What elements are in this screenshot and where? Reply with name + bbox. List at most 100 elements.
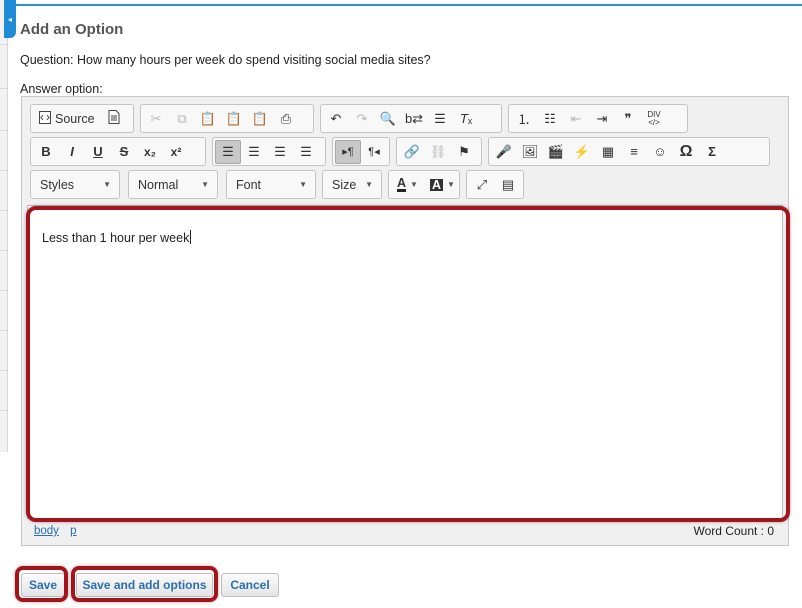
caret-down-icon: ▼: [365, 180, 373, 189]
record-audio-button[interactable]: 🎤: [491, 140, 517, 164]
format-dropdown-label: Normal: [138, 177, 179, 192]
path-p-link[interactable]: p: [70, 525, 76, 537]
clear-format-icon: Tₓ: [459, 111, 473, 126]
quote-icon: ❞: [624, 110, 632, 126]
caret-down-icon: ▼: [103, 180, 111, 189]
movie-button[interactable]: 🎬: [543, 140, 569, 164]
justify-button[interactable]: ☰: [293, 140, 319, 164]
redo-icon: ↷: [356, 110, 368, 126]
document-group: Source: [30, 104, 134, 133]
path-body-link[interactable]: body: [34, 525, 59, 537]
background-color-button[interactable]: A ▼: [424, 173, 461, 197]
align-right-button[interactable]: ☰: [267, 140, 293, 164]
align-center-button[interactable]: ☰: [241, 140, 267, 164]
unlink-icon: ⛓: [429, 143, 447, 159]
bulleted-list-button[interactable]: ☷: [537, 107, 563, 131]
div-container-icon: DIV </>: [647, 109, 661, 127]
rail-divider: [0, 410, 7, 411]
caret-down-icon: ▼: [446, 180, 455, 189]
word-count: Word Count : 0: [693, 524, 774, 538]
link-button[interactable]: 🔗: [399, 140, 425, 164]
basic-styles-group: B I U S x₂ x²: [30, 137, 206, 166]
size-dropdown-label: Size: [332, 177, 357, 192]
replace-button[interactable]: b⇄: [401, 107, 427, 131]
special-char-button[interactable]: Ω: [673, 140, 699, 164]
text-cursor: [190, 230, 192, 244]
new-page-button[interactable]: [101, 107, 127, 131]
undo-button[interactable]: ↶: [323, 107, 349, 131]
strikethrough-button[interactable]: S: [111, 140, 137, 164]
anchor-button[interactable]: ⚑: [451, 140, 477, 164]
collapse-sidebar-tab[interactable]: ◂: [4, 0, 16, 38]
link-icon: 🔗: [403, 143, 421, 159]
maximize-button[interactable]: ⤢: [469, 173, 495, 197]
paste-word-button[interactable]: 📋: [247, 107, 273, 131]
printer-icon: ⎙: [280, 110, 292, 126]
page-title: Add an Option: [20, 21, 124, 38]
source-button[interactable]: Source: [33, 107, 101, 131]
clipboard-group: ✂ ⧉ 📋 📋 📋 ⎙: [140, 104, 314, 133]
outdent-button[interactable]: ⇤: [563, 107, 589, 131]
answer-option-label: Answer option:: [20, 82, 103, 96]
size-dropdown[interactable]: Size ▼: [322, 170, 382, 199]
redo-button[interactable]: ↷: [349, 107, 375, 131]
show-blocks-button[interactable]: ▤: [495, 173, 521, 197]
smiley-button[interactable]: ☺: [647, 140, 673, 164]
align-left-button[interactable]: ☰: [215, 139, 241, 164]
paste-text-button[interactable]: 📋: [221, 107, 247, 131]
insert-group: 🎤 🖼 🎬 ⚡ ▦ ≡ ☺ Ω Σ: [488, 137, 770, 166]
answer-text-value: Less than 1 hour per week: [42, 231, 190, 245]
rail-divider: [0, 330, 7, 331]
cancel-button[interactable]: Cancel: [221, 573, 279, 597]
horizontal-line-button[interactable]: ≡: [621, 140, 647, 164]
cut-button[interactable]: ✂: [143, 107, 169, 131]
copy-icon: ⧉: [177, 110, 187, 126]
table-button[interactable]: ▦: [595, 140, 621, 164]
select-all-icon: ☰: [434, 110, 446, 126]
editor-content-area[interactable]: Less than 1 hour per week: [27, 205, 783, 519]
find-button[interactable]: 🔍: [375, 107, 401, 131]
print-button[interactable]: ⎙: [273, 107, 299, 131]
save-and-add-options-button[interactable]: Save and add options: [76, 573, 213, 597]
text-color-icon: A: [397, 176, 407, 192]
rail-divider: [0, 290, 7, 291]
math-button[interactable]: Σ: [699, 140, 725, 164]
superscript-button[interactable]: x²: [163, 140, 189, 164]
styles-dropdown[interactable]: Styles ▼: [30, 170, 120, 199]
remove-format-button[interactable]: Tₓ: [453, 107, 479, 131]
maximize-icon: ⤢: [476, 176, 488, 192]
text-color-button[interactable]: A ▼: [391, 173, 424, 197]
ltr-button[interactable]: ▸¶: [335, 139, 361, 164]
flash-button[interactable]: ⚡: [569, 140, 595, 164]
align-center-icon: ☰: [248, 143, 260, 159]
rail-divider: [0, 210, 7, 211]
edit-group: ↶ ↷ 🔍 b⇄ ☰ Tₓ: [320, 104, 502, 133]
italic-button[interactable]: I: [59, 140, 85, 164]
color-group: A ▼ A ▼: [388, 170, 460, 199]
unlink-button[interactable]: ⛓: [425, 140, 451, 164]
caret-down-icon: ▼: [201, 180, 209, 189]
create-div-button[interactable]: DIV </>: [641, 107, 667, 131]
font-dropdown[interactable]: Font ▼: [226, 170, 316, 199]
blockquote-button[interactable]: ❞: [615, 107, 641, 131]
microphone-icon: 🎤: [495, 143, 513, 159]
document-icon: [108, 110, 120, 127]
paste-button[interactable]: 📋: [195, 107, 221, 131]
select-all-button[interactable]: ☰: [427, 107, 453, 131]
bold-button[interactable]: B: [33, 140, 59, 164]
numbered-list-button[interactable]: ⒈: [511, 107, 537, 131]
format-dropdown[interactable]: Normal ▼: [128, 170, 218, 199]
copy-button[interactable]: ⧉: [169, 107, 195, 131]
underline-button[interactable]: U: [85, 140, 111, 164]
indent-button[interactable]: ⇥: [589, 107, 615, 131]
answer-text[interactable]: Less than 1 hour per week: [42, 230, 192, 245]
align-right-icon: ☰: [274, 143, 286, 159]
undo-icon: ↶: [330, 110, 342, 126]
rtl-button[interactable]: ¶◂: [361, 140, 387, 164]
rail-divider: [0, 370, 7, 371]
question-text: Question: How many hours per week do spe…: [20, 53, 431, 67]
subscript-button[interactable]: x₂: [137, 140, 163, 164]
top-divider: [16, 4, 802, 6]
image-button[interactable]: 🖼: [517, 140, 543, 164]
save-button[interactable]: Save: [21, 573, 65, 597]
